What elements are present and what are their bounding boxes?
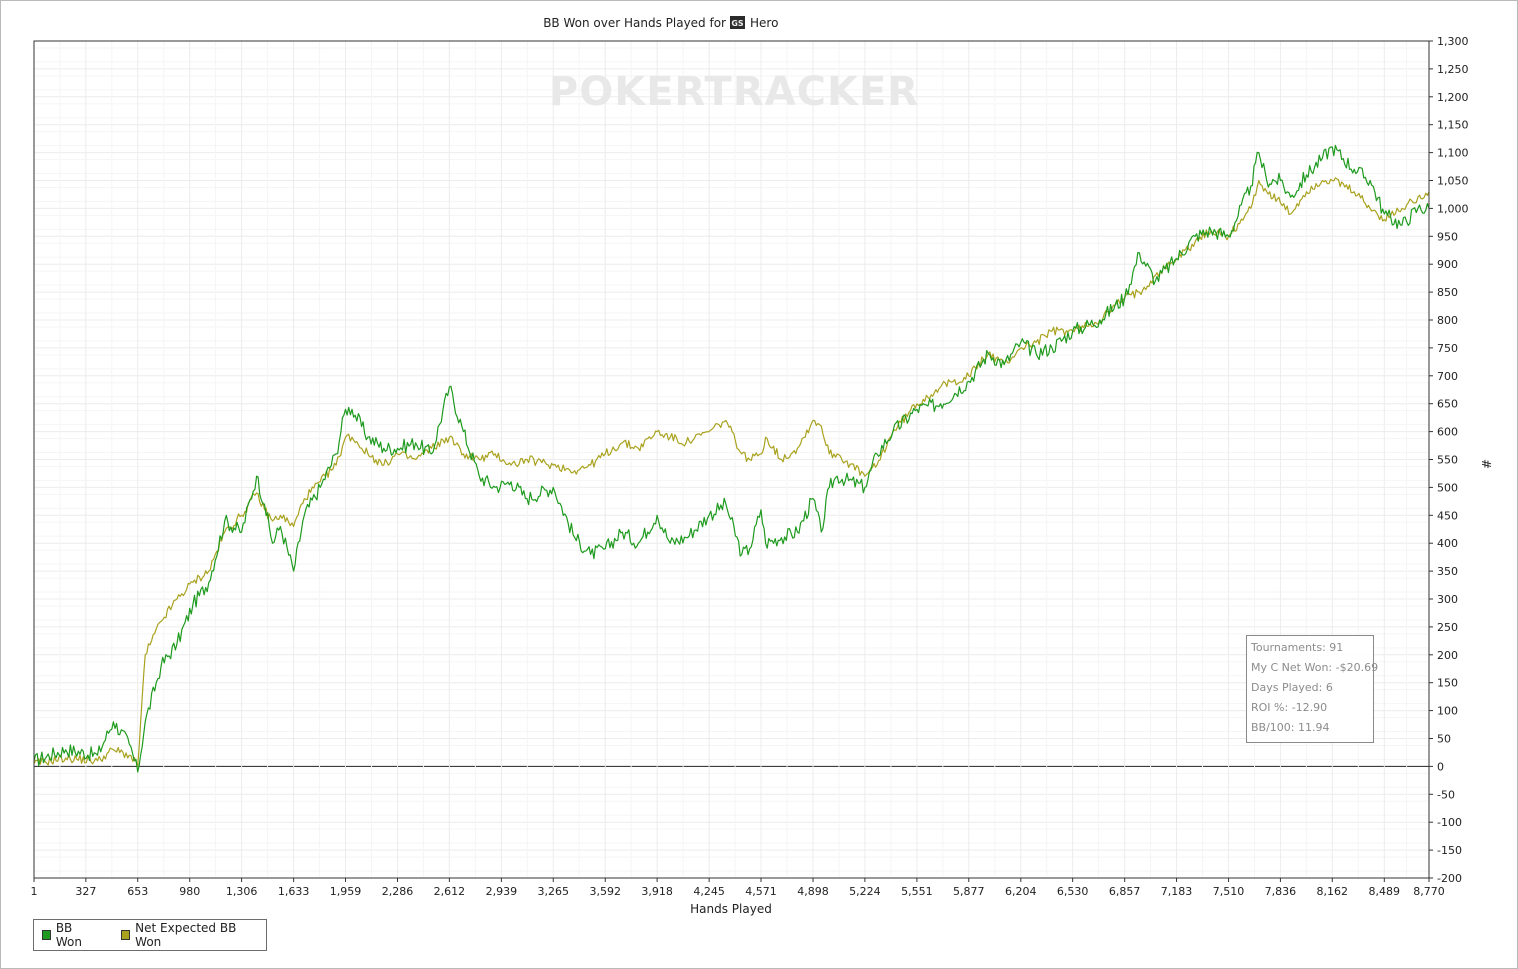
y-tick-label: 950	[1437, 230, 1458, 243]
y-tick-label: 900	[1437, 258, 1458, 271]
x-tick-label: 4,245	[693, 885, 725, 898]
y-tick-label: 550	[1437, 454, 1458, 467]
y-tick-label: 450	[1437, 509, 1458, 522]
stats-box: Tournaments: 91 My C Net Won: -$20.69 Da…	[1246, 635, 1379, 743]
x-tick-label: 3,918	[641, 885, 673, 898]
series-lines	[33, 144, 1430, 773]
x-tick-label: 8,162	[1317, 885, 1349, 898]
x-tick-label: 8,770	[1413, 885, 1445, 898]
y-tick-label: 750	[1437, 342, 1458, 355]
legend-label-bb-won: BB Won	[55, 921, 82, 949]
y-tick-label: -150	[1437, 844, 1462, 857]
y-tick-label: 350	[1437, 565, 1458, 578]
y-tick-label: 0	[1437, 760, 1444, 773]
x-tick-label: 4,898	[797, 885, 829, 898]
series-line-bb-won	[33, 144, 1430, 773]
stat-bb-100: BB/100: 11.94	[1251, 721, 1330, 734]
chart-title-prefix: BB Won over Hands Played for	[543, 16, 726, 30]
y-tick-label: 100	[1437, 705, 1458, 718]
x-tick-label: 1,633	[278, 885, 310, 898]
y-tick-label: 850	[1437, 286, 1458, 299]
x-tick-label: 2,612	[434, 885, 466, 898]
y-tick-label: 400	[1437, 537, 1458, 550]
x-tick-label: 3,265	[537, 885, 569, 898]
stat-roi: ROI %: -12.90	[1251, 701, 1328, 714]
legend-item-net-expected[interactable]: Net Expected BB Won	[121, 921, 248, 949]
legend-swatch-net-expected	[121, 930, 131, 940]
x-tick-label: 5,551	[901, 885, 933, 898]
y-tick-label: 300	[1437, 593, 1458, 606]
x-tick-label: 653	[127, 885, 148, 898]
x-tick-label: 5,224	[849, 885, 881, 898]
chart-legend: BB Won Net Expected BB Won	[33, 919, 267, 951]
y-tick-label: 1,300	[1437, 35, 1469, 48]
x-tick-label: 6,857	[1109, 885, 1141, 898]
x-tick-label: 2,286	[382, 885, 414, 898]
stat-tournaments: Tournaments: 91	[1251, 641, 1344, 654]
y-tick-label: 650	[1437, 398, 1458, 411]
x-tick-label: 7,510	[1213, 885, 1245, 898]
y-tick-label: -200	[1437, 872, 1462, 885]
x-tick-label: 7,836	[1265, 885, 1297, 898]
stat-days-played: Days Played: 6	[1251, 681, 1333, 694]
grid	[34, 40, 1429, 879]
site-badge-label: GS	[731, 19, 744, 28]
chart-title-player: Hero	[750, 16, 778, 30]
y-tick-label: -50	[1437, 788, 1455, 801]
x-tick-label: 980	[179, 885, 200, 898]
x-tick-label: 5,877	[953, 885, 985, 898]
y-tick-label: 800	[1437, 314, 1458, 327]
y-tick-label: 600	[1437, 426, 1458, 439]
y-tick-label: -100	[1437, 816, 1462, 829]
y-tick-label: 1,000	[1437, 202, 1469, 215]
legend-item-bb-won[interactable]: BB Won	[42, 921, 95, 949]
x-tick-label: 1,959	[330, 885, 362, 898]
x-tick-label: 6,204	[1005, 885, 1037, 898]
y-tick-label: 1,050	[1437, 175, 1469, 188]
x-tick-label: 7,183	[1161, 885, 1193, 898]
y-tick-label: 200	[1437, 649, 1458, 662]
legend-label-net-expected: Net Expected BB Won	[135, 921, 237, 949]
legend-swatch-bb-won	[42, 930, 51, 940]
y-tick-label: 250	[1437, 621, 1458, 634]
x-tick-label: 3,592	[590, 885, 622, 898]
y-tick-label: 150	[1437, 677, 1458, 690]
y-tick-label: 1,200	[1437, 91, 1469, 104]
y-tick-label: 1,100	[1437, 147, 1469, 160]
series-line-net-expected	[33, 177, 1430, 768]
y-tick-label: 1,150	[1437, 119, 1469, 132]
x-tick-label: 6,530	[1057, 885, 1089, 898]
x-tick-label: 2,939	[486, 885, 518, 898]
x-tick-label: 327	[75, 885, 96, 898]
watermark: POKERTRACKER	[549, 69, 919, 115]
y-tick-label: 700	[1437, 370, 1458, 383]
y-tick-label: 1,250	[1437, 63, 1469, 76]
bb-won-chart: BB Won over Hands Played for GS Hero POK…	[31, 16, 1493, 916]
x-tick-label: 1,306	[226, 885, 258, 898]
x-tick-label: 1	[31, 885, 38, 898]
y-axis-label: #	[1479, 459, 1493, 469]
x-tick-label: 4,571	[745, 885, 777, 898]
stat-net-won: My C Net Won: -$20.69	[1251, 661, 1379, 674]
x-axis-label: Hands Played	[690, 902, 772, 916]
y-tick-label: 500	[1437, 481, 1458, 494]
x-tick-label: 8,489	[1369, 885, 1401, 898]
y-tick-label: 50	[1437, 733, 1451, 746]
